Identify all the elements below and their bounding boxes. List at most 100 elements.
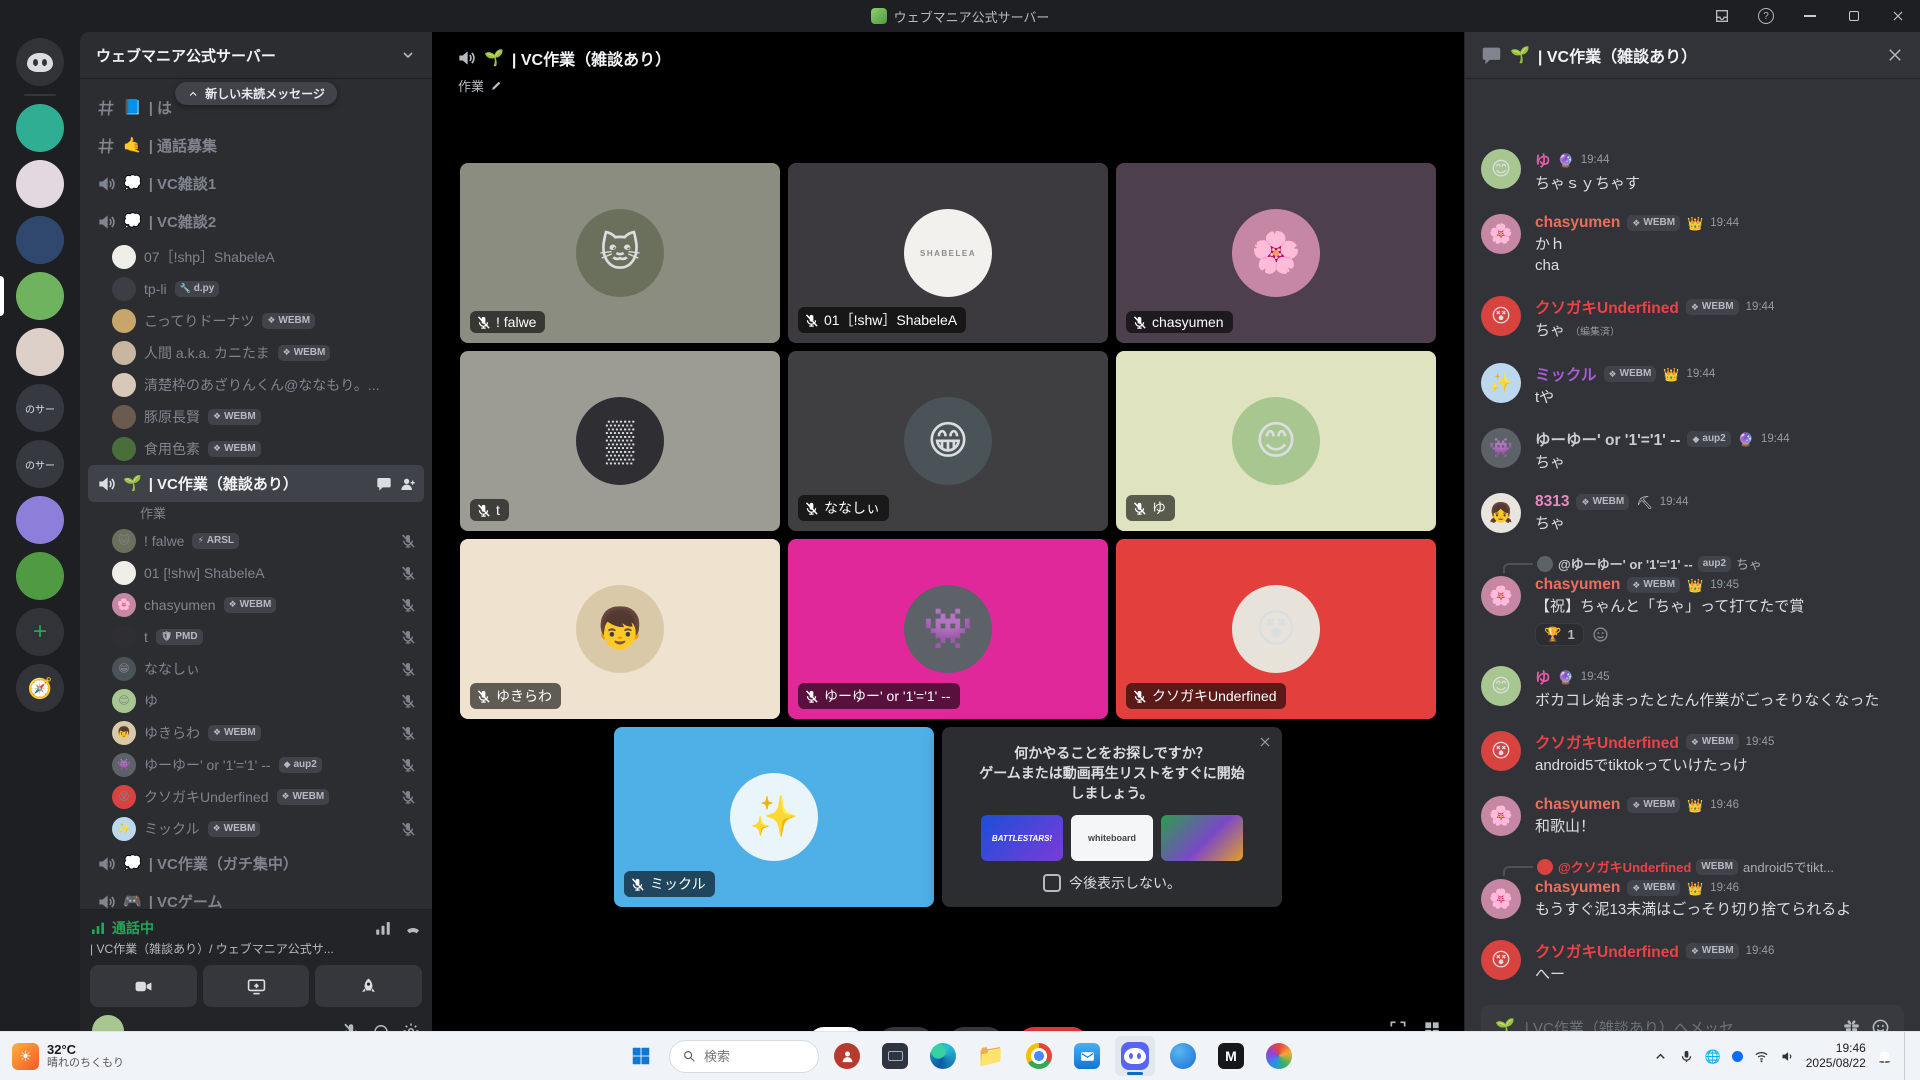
tray-chevron-up-icon[interactable] (1653, 1049, 1668, 1064)
voice-member[interactable]: こってりドーナツ ❖WEBM (104, 305, 424, 336)
chat-message[interactable]: 😵 クソガキUnderfined ❖WEBM 19:46 へー (1481, 940, 1904, 985)
minimize-button[interactable] (1788, 0, 1832, 32)
reaction[interactable]: 🏆1 (1535, 623, 1584, 646)
message-list[interactable]: 😊 ゆ 🔮 19:44 ちゃｓｙちゃす (1465, 78, 1920, 1031)
video-tile[interactable]: 👦 ゆきらわ (460, 539, 780, 719)
server-icon[interactable] (16, 104, 64, 152)
settings-gear-icon[interactable] (402, 1022, 420, 1031)
voice-member[interactable]: 😊 ゆ (104, 685, 424, 716)
server-header[interactable]: ウェブマニア公式サーバー (80, 32, 432, 78)
username[interactable]: chasyumen (1535, 796, 1620, 814)
username[interactable]: chasyumen (1535, 576, 1620, 594)
voice-member[interactable]: 豚原長賢 ❖WEBM (104, 401, 424, 432)
tray-globe-icon[interactable]: 🌐 (1705, 1050, 1721, 1063)
voice-member[interactable]: 😁 ななしぃ (104, 653, 424, 684)
voice-member[interactable]: 清楚枠のあざりんくん@ななもり。... (104, 369, 424, 400)
onedrive-icon[interactable] (1732, 1051, 1743, 1062)
notification-bell-icon[interactable]: 🔔 (1877, 1050, 1893, 1063)
voice-member[interactable]: 07［!shp］ShabeleA (104, 241, 424, 272)
voice-member[interactable]: 01 [!shw] ShabeleA (104, 557, 424, 588)
dont-show-again-checkbox[interactable] (1043, 874, 1061, 892)
close-chat-icon[interactable] (1886, 46, 1904, 64)
username[interactable]: クソガキUnderfined (1535, 296, 1679, 318)
app-icon-explorer[interactable]: 📁 (971, 1036, 1011, 1076)
chat-message[interactable]: 👧 8313 ❖WEBM ⛏ 19:44 ちゃ (1481, 493, 1904, 534)
avatar[interactable]: 🌸 (1481, 796, 1521, 836)
voice-member[interactable]: 人間 a.k.a. カニたま ❖WEBM (104, 337, 424, 368)
voice-member[interactable]: 🌸 chasyumen ❖WEBM (104, 589, 424, 620)
inbox-icon[interactable] (1700, 0, 1744, 32)
app-icon-browser[interactable] (1259, 1036, 1299, 1076)
avatar[interactable]: 😵 (1481, 296, 1521, 336)
edit-pencil-icon[interactable] (490, 79, 503, 92)
voice-member[interactable]: 😵 クソガキUnderfined ❖WEBM (104, 781, 424, 812)
search-input[interactable] (704, 1049, 794, 1064)
add-reaction-icon[interactable] (1592, 626, 1609, 643)
username[interactable]: chasyumen (1535, 879, 1620, 897)
app-icon-taskview[interactable] (875, 1036, 915, 1076)
video-tile[interactable]: 😵 クソガキUnderfined (1116, 539, 1436, 719)
server-icon[interactable]: のサー (16, 384, 64, 432)
avatar[interactable]: 🌸 (1481, 214, 1521, 254)
channel-row[interactable]: 💭 | VC作業（ガチ集中） (88, 845, 424, 882)
voice-member[interactable]: 👦 ゆきらわ ❖WEBM (104, 717, 424, 748)
noise-suppression-icon[interactable] (374, 919, 392, 937)
chat-message[interactable]: 🌸 chasyumen ❖WEBM 👑 19:46 和歌山！ (1481, 796, 1904, 837)
voice-member[interactable]: 食用色素 ❖WEBM (104, 433, 424, 464)
discord-home-button[interactable] (16, 38, 64, 86)
channel-row-selected[interactable]: 🌱 | VC作業（雑談あり） (88, 465, 424, 502)
app-icon-person[interactable] (827, 1036, 867, 1076)
app-icon-m[interactable]: M (1211, 1036, 1251, 1076)
avatar[interactable]: 👾 (1481, 428, 1521, 468)
close-icon[interactable] (1258, 735, 1272, 749)
invite-member-icon[interactable] (400, 476, 416, 492)
avatar[interactable]: 🌸 (1481, 576, 1521, 616)
taskbar-search[interactable] (669, 1040, 819, 1073)
username[interactable]: chasyumen (1535, 214, 1620, 232)
avatar[interactable]: ✨ (1481, 363, 1521, 403)
disconnect-call-icon[interactable] (404, 919, 422, 937)
chat-message[interactable]: 😵 クソガキUnderfined ❖WEBM 19:45 android5でti… (1481, 731, 1904, 776)
avatar[interactable]: 🌸 (1481, 879, 1521, 919)
reply-preview[interactable]: @クソガキUnderfined WEBM android5でtikt... (1537, 857, 1904, 876)
user-avatar[interactable] (92, 1015, 124, 1031)
channel-list[interactable]: 新しい未読メッセージ 📘 | は 🤙 | 通話募集 (80, 78, 432, 909)
username[interactable]: クソガキUnderfined (1535, 940, 1679, 962)
tray-mic-icon[interactable] (1679, 1049, 1694, 1064)
server-icon[interactable] (16, 552, 64, 600)
username[interactable]: ミックル (1535, 363, 1597, 385)
server-icon[interactable] (16, 216, 64, 264)
close-button[interactable] (1876, 0, 1920, 32)
voice-member[interactable]: ✨ ミックル ❖WEBM (104, 813, 424, 844)
chat-message[interactable]: @ゆーゆー' or '1'='1' -- aup2 ちゃ 🌸 chasyumen… (1481, 554, 1904, 646)
video-tile[interactable]: SHABELEA 01［!shw］ShabeleA (788, 163, 1108, 343)
app-icon-discord[interactable] (1115, 1036, 1155, 1076)
help-icon[interactable]: ? (1744, 0, 1788, 32)
voice-member[interactable]: 👾 ゆーゆー' or '1'='1' -- ◆aup2 (104, 749, 424, 780)
chat-bubble-icon[interactable] (376, 476, 392, 492)
volume-icon[interactable] (1780, 1049, 1795, 1064)
chat-message[interactable]: @クソガキUnderfined WEBM android5でtikt... 🌸 … (1481, 857, 1904, 920)
username[interactable]: 8313 (1535, 493, 1569, 511)
video-tile[interactable]: 🌸 chasyumen (1116, 163, 1436, 343)
voice-member[interactable]: t 🛡PMD (104, 621, 424, 652)
headphones-icon[interactable] (372, 1022, 390, 1031)
username[interactable]: ゆーゆー' or '1'='1' -- (1535, 428, 1680, 450)
avatar[interactable]: 😊 (1481, 149, 1521, 189)
mute-mic-icon[interactable] (342, 1022, 360, 1031)
show-desktop-button[interactable] (1904, 1032, 1908, 1080)
activity-thumbnail[interactable]: BATTLESTARS! (981, 815, 1063, 861)
chat-message[interactable]: 🌸 chasyumen ❖WEBM 👑 19:44 かｈ cha (1481, 214, 1904, 276)
avatar[interactable]: 😵 (1481, 940, 1521, 980)
clock[interactable]: 19:46 2025/08/22 (1806, 1041, 1866, 1071)
video-tile[interactable]: 😁 ななしぃ (788, 351, 1108, 531)
video-tile[interactable]: 👾 ゆーゆー' or '1'='1' -- (788, 539, 1108, 719)
app-icon-edge[interactable] (923, 1036, 963, 1076)
username[interactable]: クソガキUnderfined (1535, 731, 1679, 753)
voice-member[interactable]: 🐱 ! falwe ⚡ARSL (104, 525, 424, 556)
server-icon[interactable]: + (16, 608, 64, 656)
activity-thumbnail[interactable] (1161, 815, 1243, 861)
app-icon-teams[interactable] (1163, 1036, 1203, 1076)
activity-thumbnail[interactable]: whiteboard (1071, 815, 1153, 861)
server-icon[interactable] (16, 272, 64, 320)
